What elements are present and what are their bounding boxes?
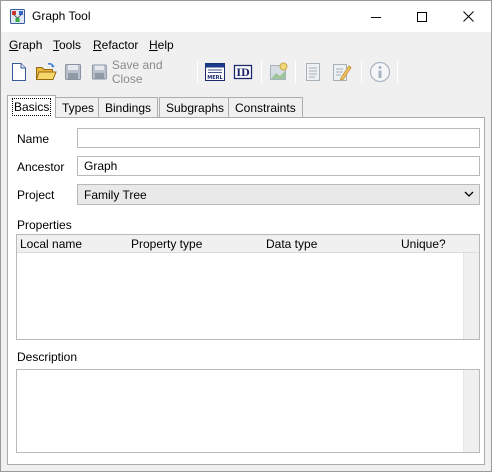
project-select-value: Family Tree — [84, 188, 147, 202]
properties-table-scrollbar[interactable] — [463, 253, 479, 339]
title-bar[interactable]: Graph Tool — [1, 1, 491, 32]
close-button[interactable] — [445, 1, 491, 32]
image-icon — [270, 62, 288, 80]
edit-icon — [333, 64, 352, 81]
column-header-unique[interactable]: Unique? — [401, 237, 446, 251]
merl-icon-text: MERL — [207, 75, 223, 81]
toolbar: Save and Close MERL ID — [1, 57, 491, 87]
maximize-icon — [417, 11, 427, 22]
id-button[interactable]: ID — [231, 59, 255, 85]
properties-label: Properties — [17, 218, 72, 232]
maximize-button[interactable] — [399, 1, 445, 32]
name-field[interactable] — [77, 128, 480, 148]
window-title: Graph Tool — [32, 9, 91, 23]
basics-tab-panel: Name Ancestor Graph Project Family Tree … — [7, 117, 485, 465]
tab-types-label: Types — [62, 101, 95, 115]
toolbar-separator — [295, 61, 296, 83]
menu-bar: Graph Tools Refactor Help — [1, 35, 491, 55]
properties-table-header: Local name Property type Data type Uniqu… — [17, 235, 479, 253]
info-icon — [369, 61, 391, 83]
column-header-local-name[interactable]: Local name — [20, 237, 82, 251]
open-folder-icon — [35, 63, 57, 80]
id-icon-text: ID — [236, 68, 250, 79]
ancestor-field[interactable]: Graph — [77, 156, 480, 176]
id-icon: ID — [233, 64, 253, 80]
project-select[interactable]: Family Tree — [77, 184, 480, 205]
toolbar-separator — [261, 61, 262, 83]
merl-button[interactable]: MERL — [203, 59, 227, 85]
save-icon — [65, 64, 81, 80]
save-and-close-icon — [91, 64, 107, 80]
minimize-icon — [371, 16, 381, 18]
name-label: Name — [17, 132, 50, 146]
tab-subgraphs[interactable]: Subgraphs — [159, 97, 232, 117]
save-button[interactable] — [61, 59, 85, 85]
new-document-icon — [12, 63, 26, 81]
save-and-close-button[interactable]: Save and Close — [89, 58, 191, 86]
minimize-button[interactable] — [353, 1, 399, 32]
tab-basics-label: Basics — [11, 98, 52, 116]
menu-help-label: elp — [157, 38, 174, 52]
tab-constraints-label: Constraints — [235, 101, 296, 115]
close-icon — [462, 11, 474, 22]
menu-graph-accelerator: G — [9, 38, 19, 52]
column-header-property-type[interactable]: Property type — [131, 237, 202, 251]
info-button[interactable] — [367, 59, 393, 85]
description-textarea[interactable] — [16, 369, 480, 453]
new-button[interactable] — [7, 59, 31, 85]
toolbar-separator — [397, 61, 398, 83]
app-icon — [10, 9, 25, 24]
properties-table[interactable]: Local name Property type Data type Uniqu… — [16, 234, 480, 340]
tab-bindings-label: Bindings — [105, 101, 152, 115]
tab-basics[interactable]: Basics — [7, 95, 57, 118]
graph-tool-window: Graph Tool Graph Tools Refactor Help Sav… — [0, 0, 492, 472]
menu-refactor-label: efactor — [101, 38, 139, 52]
tab-constraints[interactable]: Constraints — [228, 97, 303, 117]
project-label: Project — [17, 188, 55, 202]
toolbar-separator — [197, 61, 198, 83]
description-label: Description — [17, 350, 78, 364]
menu-refactor-accelerator: R — [93, 38, 102, 52]
tab-types[interactable]: Types — [55, 97, 102, 117]
toolbar-separator — [361, 61, 362, 83]
properties-button[interactable] — [301, 59, 325, 85]
description-scrollbar[interactable] — [463, 370, 479, 452]
edit-button[interactable] — [329, 59, 355, 85]
menu-refactor[interactable]: Refactor — [93, 38, 138, 52]
chevron-down-icon — [464, 191, 474, 197]
menu-tools[interactable]: Tools — [53, 38, 81, 52]
menu-tools-label: ools — [59, 38, 82, 52]
ancestor-label: Ancestor — [17, 160, 65, 174]
open-button[interactable] — [33, 59, 59, 85]
menu-help-accelerator: H — [149, 38, 158, 52]
menu-graph[interactable]: Graph — [9, 38, 42, 52]
menu-help[interactable]: Help — [149, 38, 174, 52]
tab-subgraphs-label: Subgraphs — [166, 101, 225, 115]
merl-icon: MERL — [205, 63, 225, 81]
properties-icon — [306, 63, 320, 81]
column-header-data-type[interactable]: Data type — [266, 237, 317, 251]
tab-bindings[interactable]: Bindings — [98, 97, 159, 117]
menu-graph-label: raph — [18, 38, 43, 52]
save-and-close-label: Save and Close — [111, 58, 163, 86]
image-button[interactable] — [267, 59, 291, 85]
